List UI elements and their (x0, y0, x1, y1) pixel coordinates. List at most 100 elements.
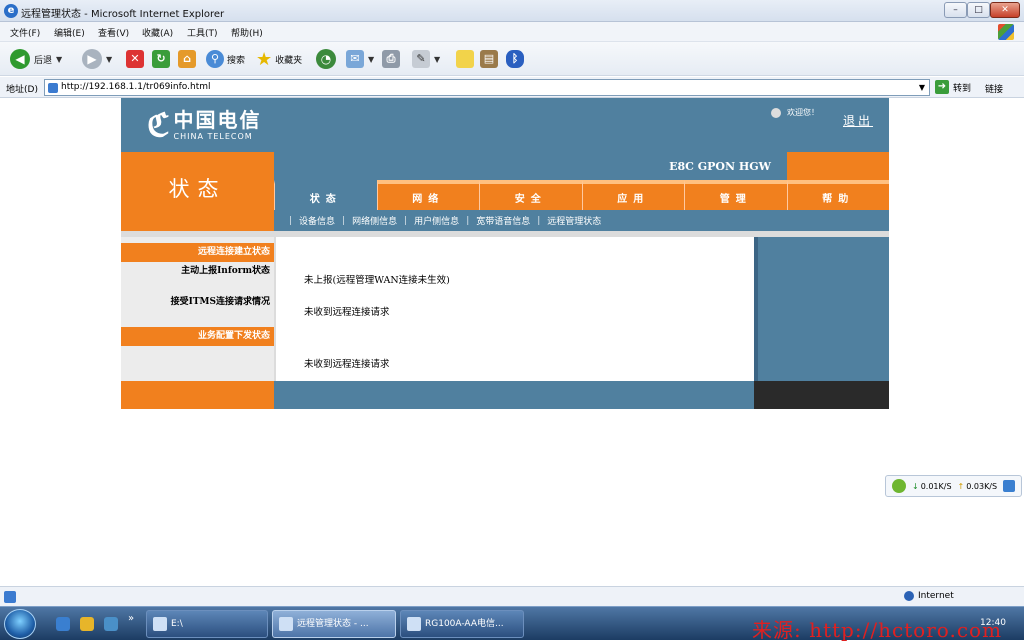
edit-button[interactable]: ✎ ▼ (412, 48, 440, 70)
source-watermark: 来源: http://hctoro.com (752, 618, 1003, 642)
page-icon (48, 83, 58, 93)
home-icon: ⌂ (178, 50, 196, 68)
stop-icon: ✕ (126, 50, 144, 68)
printer-icon: ⎙ (382, 50, 400, 68)
upload-speed: 0.03K/S (966, 481, 998, 491)
chevron-down-icon[interactable]: ▼ (919, 80, 925, 95)
ie-quicklaunch-icon[interactable] (56, 617, 70, 631)
history-button[interactable]: ◔ (316, 48, 336, 70)
toolbar: ◀ 后退 ▼ ▶ ▼ ✕ ↻ ⌂ ⚲ 搜索 ★ 收藏夹 ◔ ✉ ▼ ⎙ ✎ ▼ ▤ … (0, 42, 1024, 76)
search-icon: ⚲ (206, 50, 224, 68)
download-arrow-icon: ↓ (912, 481, 919, 491)
notes-button[interactable] (456, 48, 474, 70)
right-column (754, 237, 889, 381)
zone-label: Internet (918, 591, 954, 601)
menu-help[interactable]: 帮助(H) (231, 26, 263, 39)
home-button[interactable]: ⌂ (178, 48, 196, 70)
forward-arrow-icon: ▶ (82, 49, 102, 69)
search-label: 搜索 (227, 55, 246, 66)
maximize-button[interactable]: □ (967, 2, 990, 18)
tab-help[interactable]: 帮助 (786, 180, 889, 210)
speed-meter-icon (892, 479, 906, 493)
star-icon: ★ (256, 48, 273, 70)
security-zone: Internet (904, 591, 954, 601)
address-input[interactable]: http://192.168.1.1/tr069info.html ▼ (44, 79, 930, 96)
subnav-network-info[interactable]: 网络侧信息 (352, 214, 397, 227)
task-ie-2[interactable]: RG100A-AA电信... (400, 610, 524, 638)
go-label: 转到 (953, 83, 972, 94)
print-button[interactable]: ⎙ (382, 48, 400, 70)
menu-file[interactable]: 文件(F) (10, 26, 40, 39)
globe-icon (904, 591, 914, 601)
task-label: RG100A-AA电信... (425, 619, 504, 629)
go-button[interactable]: ➜ 转到 (935, 80, 971, 94)
status-bar: Internet (0, 586, 1024, 606)
menu-favorites[interactable]: 收藏(A) (142, 26, 173, 39)
search-button[interactable]: ⚲ 搜索 (206, 48, 245, 70)
logout-link[interactable]: 退出 (843, 112, 873, 129)
forward-button[interactable]: ▶ ▼ (82, 48, 112, 70)
windows-flag-icon (998, 24, 1014, 40)
sub-navigation: | 设备信息 | 网络侧信息 | 用户侧信息 | 宽带语音信息 | 远程管理状态 (274, 210, 889, 231)
minimize-button[interactable]: – (944, 2, 967, 18)
tab-application[interactable]: 应用 (581, 180, 684, 210)
chevron-down-icon: ▼ (434, 54, 441, 64)
service-status-value: 未收到远程连接请求 (304, 359, 390, 370)
title-bar[interactable]: e 远程管理状态 - Microsoft Internet Explorer –… (0, 0, 1024, 22)
tab-status[interactable]: 状态 (274, 180, 377, 210)
subnav-device-info[interactable]: 设备信息 (299, 214, 335, 227)
start-button[interactable] (4, 609, 36, 639)
stop-button[interactable]: ✕ (126, 48, 144, 70)
download-speed: 0.01K/S (920, 481, 952, 491)
browser-window: e 远程管理状态 - Microsoft Internet Explorer –… (0, 0, 1024, 606)
mail-button[interactable]: ✉ ▼ (346, 48, 374, 70)
bluetooth-button[interactable]: ᛒ (506, 48, 524, 70)
itms-status-value: 未收到远程连接请求 (304, 307, 390, 318)
logo-chinese: 中国电信 (173, 107, 262, 132)
research-button[interactable]: ▤ (480, 48, 498, 70)
chevron-down-icon: ▼ (106, 54, 113, 64)
qq-quicklaunch-icon[interactable] (80, 617, 94, 631)
chevron-down-icon: ▼ (368, 54, 375, 64)
chevron-right-icon[interactable]: » (128, 613, 134, 624)
menu-edit[interactable]: 编辑(E) (54, 26, 85, 39)
back-label: 后退 (34, 55, 53, 66)
chevron-down-icon: ▼ (56, 54, 63, 64)
subnav-remote-management[interactable]: 远程管理状态 (547, 214, 601, 227)
router-footer (121, 381, 889, 409)
favorites-button[interactable]: ★ 收藏夹 (256, 48, 302, 70)
window-title: 远程管理状态 - Microsoft Internet Explorer (21, 9, 225, 20)
tab-security[interactable]: 安全 (479, 180, 582, 210)
network-speed-widget[interactable]: ↓ 0.01K/S ↑ 0.03K/S (885, 475, 1022, 497)
sidebar-head-service-config: 业务配置下发状态 (121, 327, 274, 346)
links-button[interactable]: 链接 (985, 82, 1003, 95)
mail-icon: ✉ (346, 50, 364, 68)
subnav-user-info[interactable]: 用户侧信息 (414, 214, 459, 227)
note-icon (456, 50, 474, 68)
back-button[interactable]: ◀ 后退 ▼ (10, 48, 62, 70)
menu-view[interactable]: 查看(V) (98, 26, 129, 39)
model-bar: E8C GPON HGW (274, 152, 889, 180)
desktop-quicklaunch-icon[interactable] (104, 617, 118, 631)
subnav-voice-info[interactable]: 宽带语音信息 (476, 214, 530, 227)
tab-management[interactable]: 管理 (684, 180, 787, 210)
banner: ℭ 中国电信 CHINA TELECOM 欢迎您！ 退出 (121, 98, 889, 152)
task-ie[interactable]: 远程管理状态 - ... (272, 610, 396, 638)
menu-tools[interactable]: 工具(T) (187, 26, 218, 39)
router-page: ℭ 中国电信 CHINA TELECOM 欢迎您！ 退出 状态 E8C GPON… (121, 98, 889, 409)
ie-icon: e (4, 4, 18, 18)
ie-icon (279, 617, 293, 631)
page-content: ℭ 中国电信 CHINA TELECOM 欢迎您！ 退出 状态 E8C GPON… (0, 98, 1024, 586)
tab-network[interactable]: 网络 (376, 180, 479, 210)
edit-icon: ✎ (412, 50, 430, 68)
refresh-button[interactable]: ↻ (152, 48, 170, 70)
book-icon: ▤ (480, 50, 498, 68)
section-title: 状态 (121, 152, 274, 231)
inform-status-value: 未上报(远程管理WAN连接未生效) (304, 275, 450, 286)
close-button[interactable]: ✕ (990, 2, 1020, 18)
sidebar-item-inform: 主动上报Inform状态 (181, 266, 270, 276)
user-icon (771, 107, 781, 118)
status-panel: 未上报(远程管理WAN连接未生效) 未收到远程连接请求 未收到远程连接请求 (274, 237, 754, 381)
task-label: 远程管理状态 - ... (297, 619, 369, 629)
task-explorer[interactable]: E:\ (146, 610, 268, 638)
